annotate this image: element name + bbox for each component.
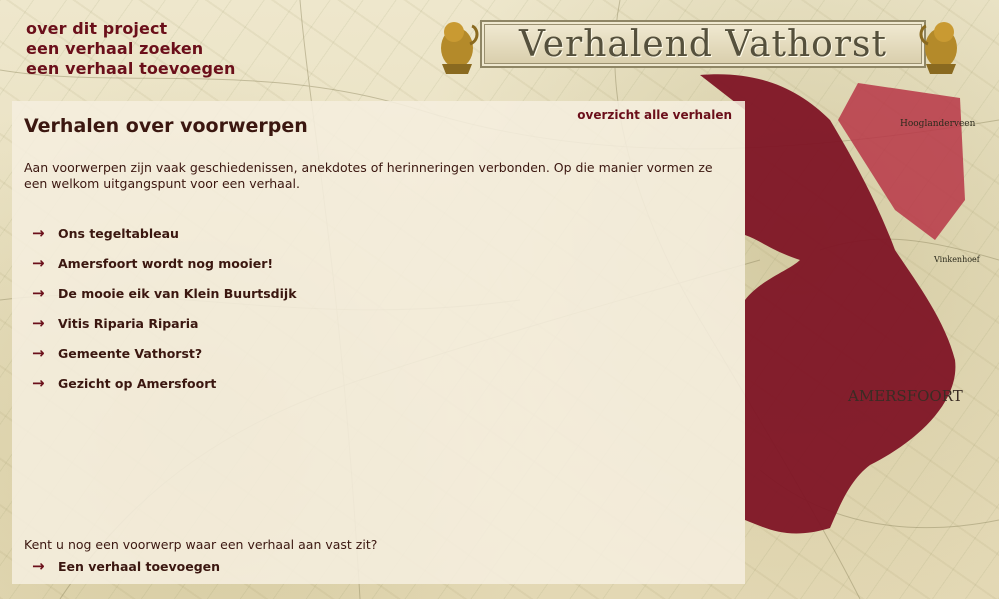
arrow-right-icon: →: [32, 284, 45, 302]
site-banner[interactable]: Verhalend Vathorst: [432, 14, 966, 78]
add-story-question: Kent u nog een voorwerp waar een verhaal…: [24, 537, 378, 552]
lion-icon: [441, 22, 479, 74]
nav-item-search[interactable]: een verhaal zoeken: [26, 39, 235, 59]
list-item: → Gemeente Vathorst?: [32, 338, 297, 368]
content-panel: overzicht alle verhalen Verhalen over vo…: [12, 101, 745, 584]
arrow-right-icon: →: [32, 374, 45, 392]
story-link[interactable]: De mooie eik van Klein Buurtsdijk: [58, 286, 297, 301]
list-item: → Amersfoort wordt nog mooier!: [32, 248, 297, 278]
top-navigation: over dit project een verhaal zoeken een …: [26, 19, 235, 79]
add-story-row: → Een verhaal toevoegen: [32, 557, 220, 575]
nav-item-add[interactable]: een verhaal toevoegen: [26, 59, 235, 79]
arrow-right-icon: →: [32, 254, 45, 272]
list-item: → Vitis Riparia Riparia: [32, 308, 297, 338]
arrow-right-icon: →: [32, 557, 45, 575]
list-item: → Gezicht op Amersfoort: [32, 368, 297, 398]
story-list: → Ons tegeltableau → Amersfoort wordt no…: [32, 218, 297, 398]
story-link[interactable]: Amersfoort wordt nog mooier!: [58, 256, 273, 271]
arrow-right-icon: →: [32, 314, 45, 332]
story-link[interactable]: Vitis Riparia Riparia: [58, 316, 199, 331]
list-item: → Ons tegeltableau: [32, 218, 297, 248]
story-link[interactable]: Gemeente Vathorst?: [58, 346, 202, 361]
arrow-right-icon: →: [32, 344, 45, 362]
story-link[interactable]: Ons tegeltableau: [58, 226, 179, 241]
story-link[interactable]: Gezicht op Amersfoort: [58, 376, 216, 391]
list-item: → De mooie eik van Klein Buurtsdijk: [32, 278, 297, 308]
map-label-amersfoort: AMERSFOORT: [847, 387, 963, 405]
page-title: Verhalen over voorwerpen: [24, 115, 308, 137]
banner-scroll: Verhalend Vathorst: [480, 20, 926, 68]
map-label-vinkenhoef: Vinkenhoef: [933, 255, 981, 264]
arrow-right-icon: →: [32, 224, 45, 242]
lion-icon: [919, 22, 957, 74]
site-title: Verhalend Vathorst: [519, 24, 887, 65]
overview-all-stories-link[interactable]: overzicht alle verhalen: [577, 108, 732, 122]
add-story-link[interactable]: Een verhaal toevoegen: [58, 559, 220, 574]
map-label-hooglanderveen: Hooglanderveen: [900, 119, 976, 129]
nav-item-about[interactable]: over dit project: [26, 19, 235, 39]
intro-text: Aan voorwerpen zijn vaak geschiedenissen…: [24, 160, 713, 191]
